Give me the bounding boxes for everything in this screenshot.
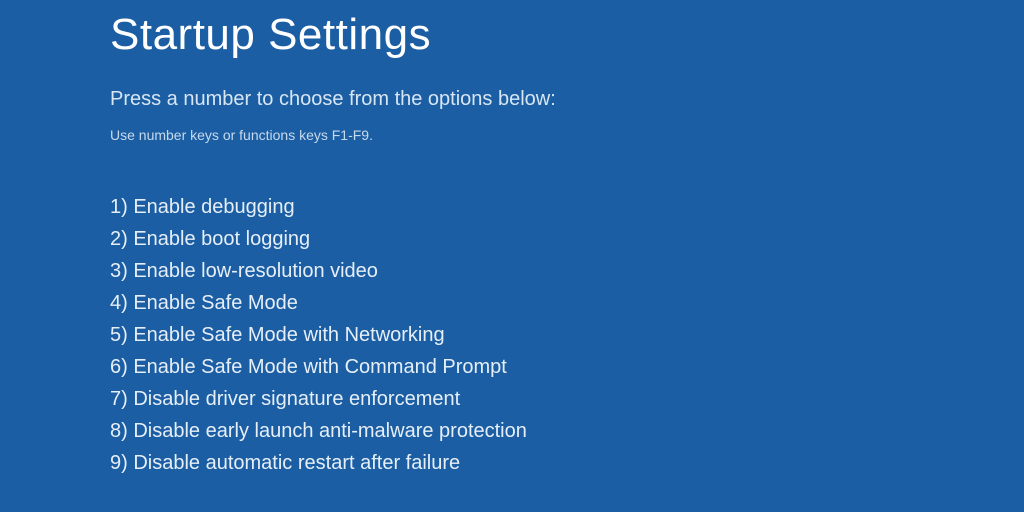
option-2[interactable]: 2) Enable boot logging (110, 223, 1024, 255)
options-list: 1) Enable debugging 2) Enable boot loggi… (110, 191, 1024, 479)
option-9[interactable]: 9) Disable automatic restart after failu… (110, 447, 1024, 479)
option-5[interactable]: 5) Enable Safe Mode with Networking (110, 319, 1024, 351)
option-7[interactable]: 7) Disable driver signature enforcement (110, 383, 1024, 415)
option-3[interactable]: 3) Enable low-resolution video (110, 255, 1024, 287)
hint-text: Use number keys or functions keys F1-F9. (110, 127, 1024, 143)
instruction-text: Press a number to choose from the option… (110, 88, 1024, 111)
option-4[interactable]: 4) Enable Safe Mode (110, 287, 1024, 319)
option-8[interactable]: 8) Disable early launch anti-malware pro… (110, 415, 1024, 447)
page-title: Startup Settings (110, 10, 1024, 60)
option-6[interactable]: 6) Enable Safe Mode with Command Prompt (110, 351, 1024, 383)
option-1[interactable]: 1) Enable debugging (110, 191, 1024, 223)
